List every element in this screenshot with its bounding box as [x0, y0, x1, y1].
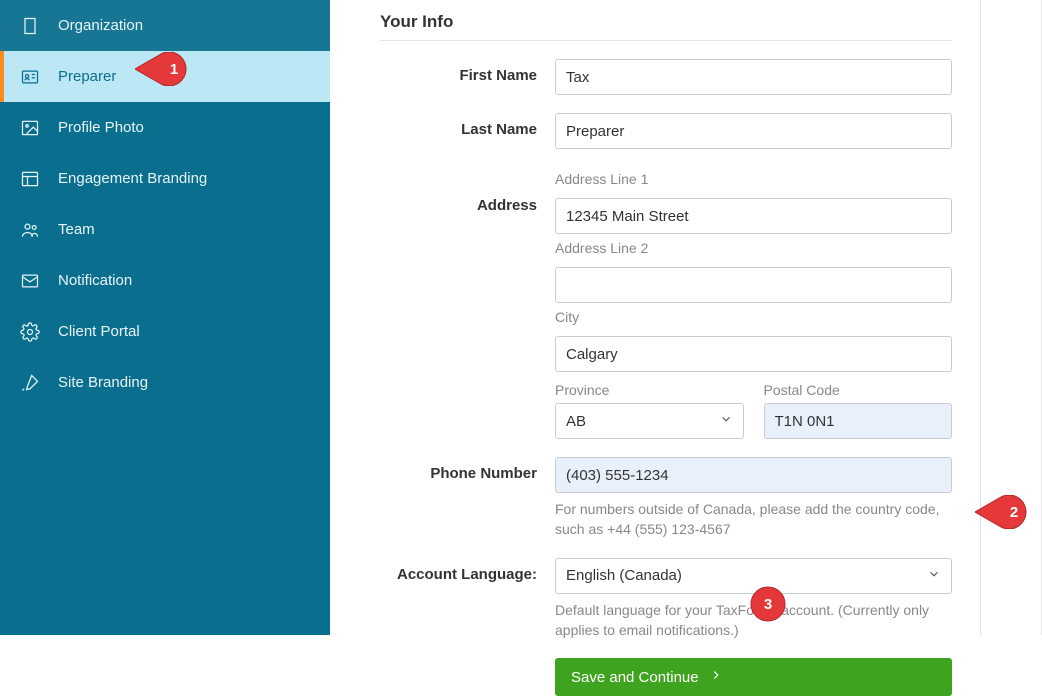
- last-name-label: Last Name: [380, 113, 555, 138]
- sidebar-item-client-portal[interactable]: Client Portal: [0, 306, 330, 357]
- callout-3: 3: [750, 586, 786, 622]
- chevron-down-icon: [719, 412, 733, 430]
- id-card-icon: [20, 67, 40, 87]
- mail-icon: [20, 271, 40, 291]
- province-value: AB: [566, 413, 586, 430]
- sidebar-item-team[interactable]: Team: [0, 204, 330, 255]
- team-icon: [20, 220, 40, 240]
- language-label: Account Language:: [380, 558, 555, 583]
- postal-label: Postal Code: [764, 382, 953, 398]
- layout-icon: [20, 169, 40, 189]
- sidebar-item-profile-photo[interactable]: Profile Photo: [0, 102, 330, 153]
- sidebar-item-site-branding[interactable]: Site Branding: [0, 357, 330, 408]
- phone-help: For numbers outside of Canada, please ad…: [555, 499, 952, 540]
- sidebar-item-label: Team: [58, 221, 95, 238]
- sidebar-item-label: Preparer: [58, 68, 116, 85]
- brush-icon: [20, 373, 40, 393]
- callout-2: 2: [975, 495, 1035, 529]
- sidebar: Organization Preparer Profile Photo Enga…: [0, 0, 330, 635]
- building-icon: [20, 16, 40, 36]
- sidebar-item-notification[interactable]: Notification: [0, 255, 330, 306]
- postal-input[interactable]: [764, 403, 953, 439]
- address-line2-input[interactable]: [555, 267, 952, 303]
- sidebar-item-engagement-branding[interactable]: Engagement Branding: [0, 153, 330, 204]
- save-and-continue-button[interactable]: Save and Continue: [555, 658, 952, 696]
- sidebar-item-label: Engagement Branding: [58, 170, 207, 187]
- address-line2-label: Address Line 2: [555, 240, 952, 256]
- gear-icon: [20, 322, 40, 342]
- sidebar-item-organization[interactable]: Organization: [0, 0, 330, 51]
- phone-input[interactable]: [555, 457, 952, 493]
- sidebar-item-label: Notification: [58, 272, 132, 289]
- province-label: Province: [555, 382, 744, 398]
- chevron-down-icon: [927, 567, 941, 585]
- address-line1-label: Address Line 1: [555, 171, 952, 187]
- callout-1: 1: [135, 52, 195, 86]
- first-name-input[interactable]: [555, 59, 952, 95]
- city-label: City: [555, 309, 952, 325]
- sidebar-item-label: Client Portal: [58, 323, 140, 340]
- sidebar-item-label: Site Branding: [58, 374, 148, 391]
- section-title: Your Info: [380, 12, 952, 41]
- chevron-right-icon: [709, 668, 723, 686]
- image-icon: [20, 118, 40, 138]
- sidebar-item-label: Organization: [58, 17, 143, 34]
- main-content: Your Info First Name Last Name Address A…: [330, 0, 981, 635]
- language-value: English (Canada): [566, 567, 682, 584]
- city-input[interactable]: [555, 336, 952, 372]
- address-label: Address: [380, 167, 555, 214]
- save-button-label: Save and Continue: [571, 669, 699, 686]
- address-line1-input[interactable]: [555, 198, 952, 234]
- phone-label: Phone Number: [380, 457, 555, 482]
- province-select[interactable]: AB: [555, 403, 744, 439]
- sidebar-item-label: Profile Photo: [58, 119, 144, 136]
- first-name-label: First Name: [380, 59, 555, 84]
- last-name-input[interactable]: [555, 113, 952, 149]
